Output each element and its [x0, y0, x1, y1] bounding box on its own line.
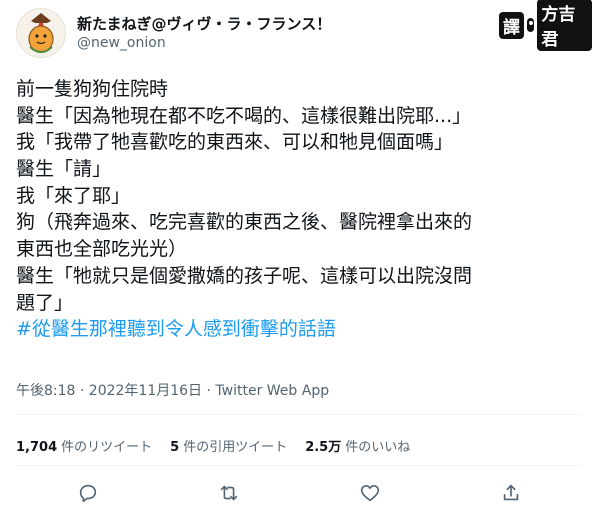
quotes-stat[interactable]: 5 件の引用ツイート — [170, 436, 287, 455]
badge-right-text: 方吉君 — [537, 0, 592, 51]
engagement-stats: 1,704 件のリツイート 5 件の引用ツイート 2.5万 件のいいね — [16, 436, 410, 455]
tweet-line: 我「來了耶」 — [16, 184, 131, 207]
likes-stat[interactable]: 2.5万 件のいいね — [305, 436, 410, 455]
tweet-line: 醫生「牠就只是個愛撒嬌的孩子呢、這樣可以出院沒問 — [16, 264, 473, 287]
heart-icon — [360, 485, 380, 502]
tweet-line: 東西也全部吃光光） — [16, 238, 188, 261]
tweet-line: 醫生「請」 — [16, 158, 112, 181]
retweets-stat[interactable]: 1,704 件のリツイート — [16, 436, 152, 455]
tweet-text: 前一隻狗狗住院時 醫生「因為牠現在都不吃不喝的、這樣很難出院耶...」 我「我帶… — [16, 76, 582, 343]
retweet-button[interactable] — [214, 478, 244, 508]
onion-mascot-icon — [17, 9, 65, 57]
quotes-label: 件の引用ツイート — [183, 440, 288, 455]
quotes-count: 5 — [170, 440, 180, 455]
hashtag-link[interactable]: #從醫生那裡聽到令人感到衝擊的話語 — [16, 316, 582, 343]
action-bar — [0, 478, 598, 508]
share-button[interactable] — [496, 478, 526, 508]
avatar[interactable] — [16, 8, 66, 58]
tweet-timestamp[interactable]: 午後8:18 · 2022年11月16日 · Twitter Web App — [16, 380, 329, 400]
display-name[interactable]: 新たまねぎ@ヴィヴ・ラ・フランス！ — [77, 13, 331, 34]
tweet-line: 狗（飛奔過來、吃完喜歡的東西之後、醫院裡拿出來的 — [16, 211, 473, 234]
share-icon — [503, 484, 519, 501]
user-handle[interactable]: @new_onion — [77, 35, 166, 51]
likes-label: 件のいいね — [345, 440, 411, 455]
dot-icon — [527, 18, 535, 32]
tweet-line: 醫生「因為牠現在都不吃不喝的、這樣很難出院耶...」 — [16, 104, 472, 127]
translator-badge: 譯 方吉君 — [493, 0, 598, 51]
retweet-icon — [220, 485, 238, 501]
tweet-line: 前一隻狗狗住院時 — [16, 78, 169, 100]
divider — [16, 465, 582, 466]
badge-left-text: 譯 — [499, 11, 524, 39]
reply-button[interactable] — [73, 478, 103, 508]
tweet-line: 題了」 — [16, 291, 74, 314]
retweets-label: 件のリツイート — [61, 440, 153, 455]
reply-icon — [79, 484, 97, 503]
divider — [16, 414, 582, 415]
likes-count: 2.5万 — [305, 440, 342, 455]
retweets-count: 1,704 — [16, 440, 58, 455]
tweet-line: 我「我帶了牠喜歡吃的東西來、可以和牠見個面嗎」 — [16, 131, 454, 154]
like-button[interactable] — [355, 478, 385, 508]
